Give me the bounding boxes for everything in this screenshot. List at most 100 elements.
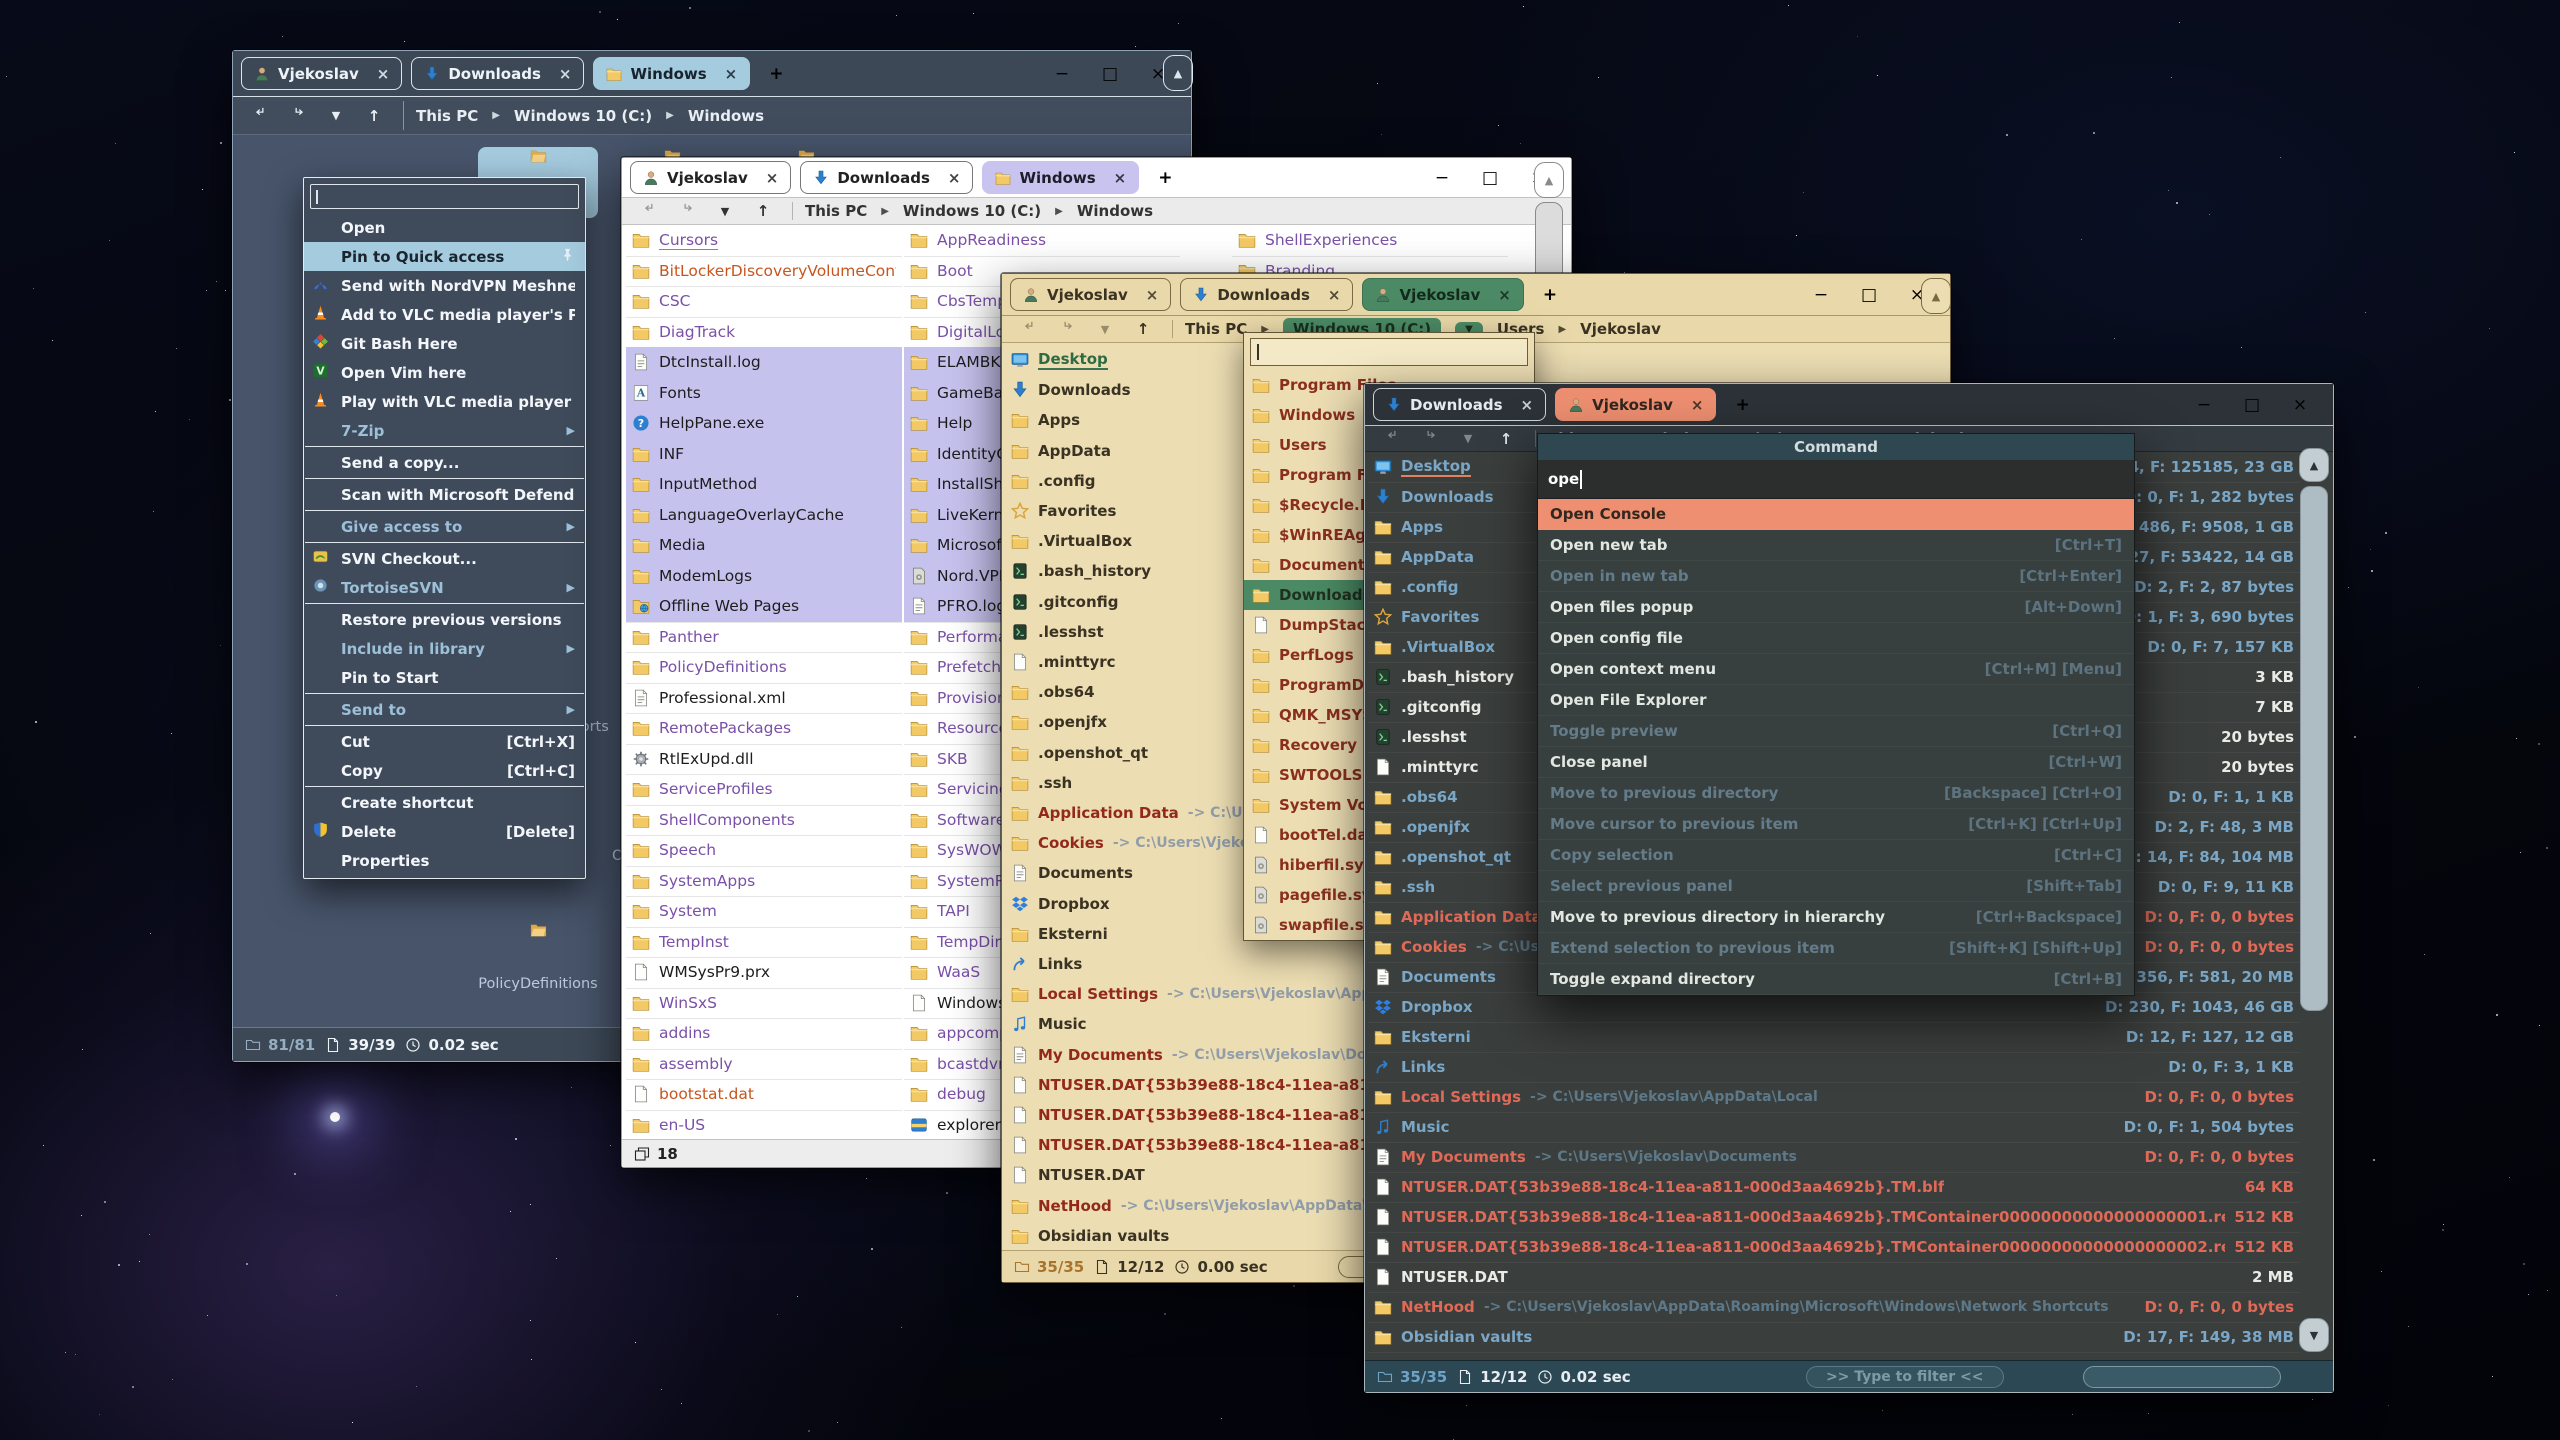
breadcrumb-item[interactable]: This PC	[416, 107, 478, 125]
minimize-button[interactable]: −	[1810, 285, 1832, 305]
file-row-languageoverlaycache[interactable]: LanguageOverlayCache	[626, 500, 902, 531]
scroll-up-button[interactable]: ▲	[1163, 55, 1193, 91]
tab-windows[interactable]: Windows×	[982, 161, 1139, 194]
file-row-appreadiness[interactable]: AppReadiness	[904, 225, 1180, 256]
file-row-inf[interactable]: INF	[626, 439, 902, 470]
grid-item-PolicyDefinitions[interactable]: PolicyDefinitions	[478, 921, 598, 992]
file-row-dropbox[interactable]: DropboxD: 230, F: 1043, 46 GB	[1368, 992, 2300, 1022]
file-row-shellcomponents[interactable]: ShellComponents	[626, 805, 902, 836]
command-item-open-context-menu[interactable]: Open context menu[Ctrl+M] [Menu]	[1538, 654, 2134, 685]
file-row-speech[interactable]: Speech	[626, 835, 902, 866]
tab-close-icon[interactable]: ×	[1498, 286, 1511, 304]
file-row-shellexperiences[interactable]: ShellExperiences	[1232, 225, 1508, 256]
command-palette-input[interactable]: ope	[1538, 460, 2134, 499]
menu-item-add-to-vlc-media-player-s-playlist[interactable]: Add to VLC media player's Playlist	[304, 300, 585, 329]
command-item-open-in-new-tab[interactable]: Open in new tab[Ctrl+Enter]	[1538, 561, 2134, 592]
file-row-inputmethod[interactable]: InputMethod	[626, 469, 902, 500]
tab-close-icon[interactable]: ×	[1691, 396, 1704, 414]
maximize-button[interactable]: □	[1099, 64, 1121, 84]
new-tab-button[interactable]: +	[1725, 395, 1759, 415]
file-row-nethood[interactable]: NetHood-> C:\Users\Vjekoslav\AppData\Roa…	[1368, 1292, 2300, 1322]
minimize-button[interactable]: −	[1431, 168, 1453, 188]
forward-button[interactable]	[1413, 429, 1447, 448]
command-item-toggle-expand-directory[interactable]: Toggle expand directory[Ctrl+B]	[1538, 964, 2134, 995]
menu-item-send-to[interactable]: Send to▶	[304, 695, 585, 724]
breadcrumb-item[interactable]: This PC	[805, 202, 867, 220]
file-row-ntuser-dat-53b39e88-18c4-11ea-a811-000d3aa4692b-tmcontainer00000000000000000002-regtrans-ms[interactable]: NTUSER.DAT{53b39e88-18c4-11ea-a811-000d3…	[1368, 1232, 2300, 1262]
up-button[interactable]: ↑	[357, 107, 391, 125]
tab-close-icon[interactable]: ×	[377, 65, 390, 83]
minimize-button[interactable]: −	[2193, 395, 2215, 415]
up-button[interactable]: ↑	[1126, 320, 1160, 338]
file-row-addins[interactable]: addins	[626, 1018, 902, 1049]
file-row-winsxs[interactable]: WinSxS	[626, 988, 902, 1019]
command-item-move-to-previous-directory-in-hierarchy[interactable]: Move to previous directory in hierarchy[…	[1538, 902, 2134, 933]
file-row-media[interactable]: Media	[626, 530, 902, 561]
file-row-system[interactable]: System	[626, 896, 902, 927]
tab-close-icon[interactable]: ×	[948, 169, 961, 187]
breadcrumb-item[interactable]: Windows 10 (C:)	[514, 107, 652, 125]
up-button[interactable]: ↑	[746, 202, 780, 220]
history-dropdown-button[interactable]: ▼	[319, 109, 353, 122]
history-dropdown-button[interactable]: ▼	[708, 205, 742, 218]
scroll-up-button[interactable]: ▲	[1921, 278, 1951, 314]
tab-downloads[interactable]: Downloads×	[1373, 388, 1546, 421]
file-row-eksterni[interactable]: EksterniD: 12, F: 127, 12 GB	[1368, 1022, 2300, 1052]
close-button[interactable]: ×	[2289, 395, 2311, 415]
file-row-diagtrack[interactable]: DiagTrack	[626, 317, 902, 348]
file-row-panther[interactable]: Panther	[626, 622, 902, 653]
new-tab-button[interactable]: +	[1148, 168, 1182, 188]
file-row-bootstat-dat[interactable]: bootstat.dat	[626, 1079, 902, 1110]
menu-item-copy[interactable]: Copy[Ctrl+C]	[304, 756, 585, 785]
file-row-systemapps[interactable]: SystemApps	[626, 866, 902, 897]
menu-item-pin-to-start[interactable]: Pin to Start	[304, 663, 585, 692]
file-row-local-settings[interactable]: Local Settings-> C:\Users\Vjekoslav\AppD…	[1368, 1082, 2300, 1112]
tab-close-icon[interactable]: ×	[1521, 396, 1534, 414]
menu-item-cut[interactable]: Cut[Ctrl+X]	[304, 727, 585, 756]
command-item-open-files-popup[interactable]: Open files popup[Alt+Down]	[1538, 592, 2134, 623]
scroll-up-button[interactable]: ▲	[2299, 448, 2329, 482]
tab-close-icon[interactable]: ×	[725, 65, 738, 83]
command-item-move-cursor-to-previous-item[interactable]: Move cursor to previous item[Ctrl+K] [Ct…	[1538, 809, 2134, 840]
scroll-up-button[interactable]: ▲	[1534, 162, 1564, 198]
file-row-links[interactable]: LinksD: 0, F: 3, 1 KB	[1368, 1052, 2300, 1082]
scroll-thumb[interactable]	[2300, 486, 2328, 1011]
breadcrumb-item[interactable]: Vjekoslav	[1580, 320, 1661, 338]
tab-vjekoslav[interactable]: Vjekoslav×	[241, 57, 402, 90]
file-row-csc[interactable]: CSC	[626, 286, 902, 317]
command-item-extend-selection-to-previous-item[interactable]: Extend selection to previous item[Shift+…	[1538, 933, 2134, 964]
file-row-serviceprofiles[interactable]: ServiceProfiles	[626, 774, 902, 805]
file-row-ntuser-dat[interactable]: NTUSER.DAT2 MB	[1368, 1262, 2300, 1292]
breadcrumb-item[interactable]: This PC	[1185, 320, 1247, 338]
back-button[interactable]	[632, 202, 666, 221]
tab-close-icon[interactable]: ×	[1328, 286, 1341, 304]
file-row-policydefinitions[interactable]: PolicyDefinitions	[626, 652, 902, 683]
scroll-down-button[interactable]: ▼	[2299, 1318, 2329, 1352]
file-row-fonts[interactable]: AFonts	[626, 378, 902, 409]
file-row-ntuser-dat-53b39e88-18c4-11ea-a811-000d3aa4692b-tm-blf[interactable]: NTUSER.DAT{53b39e88-18c4-11ea-a811-000d3…	[1368, 1172, 2300, 1202]
breadcrumb-item[interactable]: Windows	[1077, 202, 1153, 220]
tab-downloads[interactable]: Downloads×	[1180, 278, 1353, 311]
menu-item-delete[interactable]: Delete[Delete]	[304, 817, 585, 846]
file-row-modemlogs[interactable]: ModemLogs	[626, 561, 902, 592]
file-row-wmsyspr9-prx[interactable]: WMSysPr9.prx	[626, 957, 902, 988]
file-row-professional-xml[interactable]: Professional.xml	[626, 683, 902, 714]
command-item-open-new-tab[interactable]: Open new tab[Ctrl+T]	[1538, 530, 2134, 561]
file-row-music[interactable]: MusicD: 0, F: 1, 504 bytes	[1368, 1112, 2300, 1142]
maximize-button[interactable]: □	[1479, 168, 1501, 188]
command-item-open-console[interactable]: Open Console	[1538, 499, 2134, 530]
command-item-select-previous-panel[interactable]: Select previous panel[Shift+Tab]	[1538, 871, 2134, 902]
menu-item-pin-to-quick-access[interactable]: Pin to Quick access	[304, 242, 585, 271]
menu-item-send-a-copy-[interactable]: Send a copy...	[304, 448, 585, 477]
tab-downloads[interactable]: Downloads×	[411, 57, 584, 90]
tab-close-icon[interactable]: ×	[559, 65, 572, 83]
tab-close-icon[interactable]: ×	[1114, 169, 1127, 187]
menu-item-open-vim-here[interactable]: VOpen Vim here	[304, 358, 585, 387]
file-row-obsidian-vaults[interactable]: Obsidian vaultsD: 17, F: 149, 38 MB	[1368, 1322, 2300, 1352]
maximize-button[interactable]: □	[2241, 395, 2263, 415]
file-row-tempinst[interactable]: TempInst	[626, 927, 902, 958]
tab-close-icon[interactable]: ×	[766, 169, 779, 187]
forward-button[interactable]	[1050, 320, 1084, 339]
command-item-copy-selection[interactable]: Copy selection[Ctrl+C]	[1538, 840, 2134, 871]
menu-item-git-bash-here[interactable]: Git Bash Here	[304, 329, 585, 358]
